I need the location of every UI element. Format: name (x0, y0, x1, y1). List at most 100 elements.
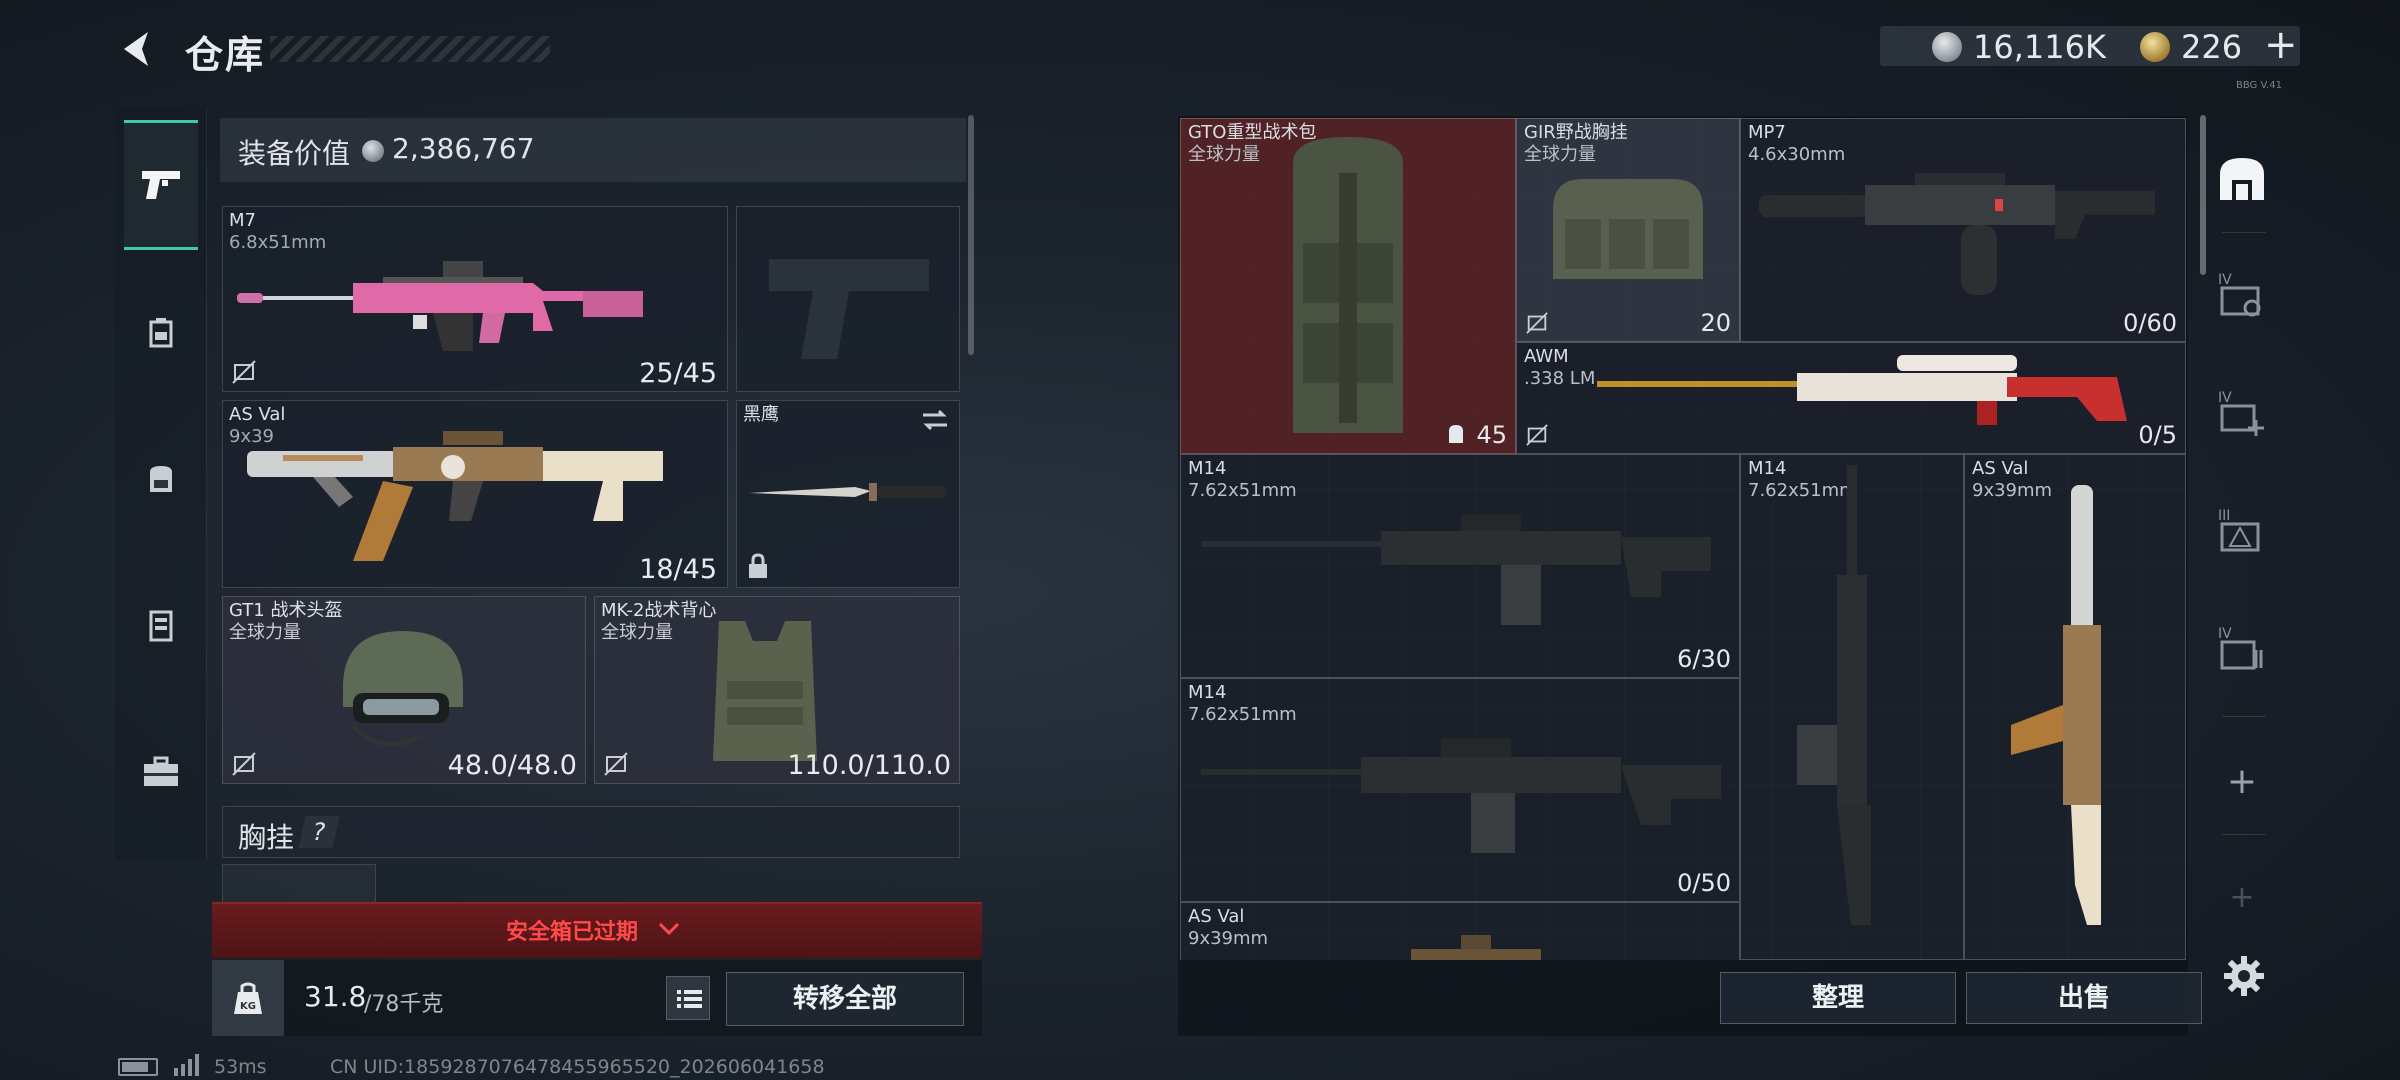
kg-label: KG (240, 1001, 256, 1012)
settings-gear-icon[interactable] (2222, 954, 2266, 998)
signal-icon (174, 1054, 199, 1076)
item-name: M14 (1188, 682, 1227, 703)
chevron-down-icon (658, 922, 680, 936)
helmet-icon (343, 631, 463, 747)
storage-item-chest-rig[interactable]: GIR野战胸挂 全球力量 20 (1516, 118, 1740, 342)
chest-rig-help-button[interactable]: ? (298, 816, 340, 848)
tab-storage-iv-3[interactable]: IV (2212, 622, 2272, 682)
ammo-count: 0/5 (2138, 421, 2177, 449)
back-button[interactable] (112, 24, 162, 74)
currency-gold-amount: 226 (2181, 28, 2243, 66)
storage-box-grid-icon: IV (2218, 626, 2263, 670)
awm-sniper-icon (1597, 355, 2127, 425)
currency-silver-amount: 16,116K (1973, 28, 2106, 66)
safe-box-expired-text: 安全箱已过期 (506, 920, 639, 945)
pistol-placeholder-icon (769, 259, 929, 359)
item-name: M14 (1188, 458, 1227, 479)
chest-rig-slot[interactable] (222, 864, 376, 906)
lock-icon (749, 553, 767, 578)
sidebar-item-helmet[interactable] (124, 272, 198, 402)
storage-box-warning-icon: III (2218, 508, 2260, 552)
transfer-all-button[interactable]: 转移全部 (726, 972, 964, 1026)
storage-item-m14-1[interactable]: M14 7.62x51mm 6/30 (1180, 454, 1740, 678)
heavy-backpack-icon (1293, 137, 1403, 433)
chest-rig-icon (1553, 179, 1703, 279)
armor-durability: 110.0/110.0 (787, 750, 951, 781)
item-caliber: 7.62x51mm (1188, 480, 1297, 501)
swap-icon[interactable] (919, 407, 951, 433)
m14-rifle-icon (1201, 739, 1721, 853)
no-insure-icon (604, 752, 628, 776)
back-arrow-icon (124, 32, 148, 66)
ammo-count: 18/45 (639, 554, 717, 585)
tier-label: IV (2218, 626, 2232, 642)
list-icon (677, 990, 702, 1008)
storage-item-awm[interactable]: AWM .338 LM 0/5 (1516, 342, 2186, 454)
weapon-name: M7 (229, 210, 256, 231)
as-val-vertical-icon (2011, 485, 2101, 925)
storage-item-m14-3[interactable]: M14 7.62x51mm 0/50 (1180, 678, 1740, 902)
backpack-small-icon (149, 318, 173, 348)
no-insure-icon (1526, 424, 1548, 446)
sidebar-item-backpack[interactable] (124, 418, 198, 548)
tier-label: III (2218, 508, 2230, 524)
gold-coin-icon (2140, 32, 2170, 62)
item-caliber: .338 LM (1524, 368, 1596, 389)
storage-scrollbar[interactable] (2200, 115, 2206, 275)
tab-storage-iv-1[interactable]: IV (2212, 268, 2272, 328)
storage-item-mp7[interactable]: MP7 4.6x30mm 0/60 (1740, 118, 2186, 342)
item-name: GIR野战胸挂 (1524, 122, 1628, 143)
storage-box-add-icon: IV (2218, 390, 2264, 436)
no-insure-icon (1526, 312, 1548, 334)
armor-slot[interactable]: MK-2战术背心 全球力量 110.0/110.0 (594, 596, 960, 784)
item-brand: 全球力量 (1524, 144, 1596, 165)
knife-icon (749, 483, 947, 501)
storage-item-backpack[interactable]: GTO重型战术包 全球力量 45 (1180, 118, 1516, 454)
loadout-scrollbar[interactable] (968, 115, 974, 355)
primary-weapon-slot-1[interactable]: M7 6.8x51mm 25/45 (222, 206, 728, 392)
add-currency-button[interactable]: + (2264, 22, 2298, 68)
sell-button[interactable]: 出售 (1966, 972, 2202, 1024)
storage-item-as-val-1[interactable]: AS Val 9x39mm (1964, 454, 2186, 960)
no-insure-icon (232, 752, 256, 776)
pistol-slot[interactable] (736, 206, 960, 392)
helmet-durability: 48.0/48.0 (447, 750, 577, 781)
as-val-rifle-icon (1411, 935, 1541, 960)
page-title: 仓库 (185, 33, 266, 77)
helmet-slot[interactable]: GT1 战术头盔 全球力量 48.0/48.0 (222, 596, 586, 784)
mp7-smg-icon (1759, 173, 2155, 295)
no-insure-icon (232, 360, 256, 384)
ammo-count: 25/45 (639, 358, 717, 389)
ammo-count: 0/50 (1677, 869, 1731, 897)
sort-button[interactable]: 整理 (1720, 972, 1956, 1024)
primary-weapon-slot-2[interactable]: AS Val 9x39 18/45 (222, 400, 728, 588)
armor-brand: 全球力量 (601, 622, 673, 643)
tab-storage-iv-2[interactable]: IV (2212, 386, 2272, 446)
equipment-value-label: 装备价值 (238, 137, 351, 170)
capacity-icon (1449, 425, 1463, 443)
sidebar-item-weapons[interactable] (124, 120, 198, 250)
melee-slot[interactable]: 黑鹰 (736, 400, 960, 588)
tab-storage-iii[interactable]: III (2212, 504, 2272, 564)
add-storage-disabled-button[interactable]: + (2212, 868, 2272, 928)
armor-name: MK-2战术背心 (601, 600, 717, 621)
item-name: AS Val (1972, 458, 2029, 479)
helmet-brand: 全球力量 (229, 622, 301, 643)
list-view-button[interactable] (666, 976, 710, 1020)
tab-main-storage[interactable] (2212, 150, 2272, 210)
item-capacity: 20 (1700, 309, 1731, 337)
sidebar-item-case[interactable] (124, 712, 198, 842)
sidebar-item-locker[interactable] (124, 566, 198, 696)
add-storage-button[interactable]: + (2212, 752, 2272, 812)
equipment-value: 2,386,767 (392, 132, 535, 165)
melee-name: 黑鹰 (743, 404, 779, 425)
storage-item-m14-2[interactable]: M14 7.62x51mm (1740, 454, 1964, 960)
tier-label: IV (2218, 272, 2232, 288)
storage-grid[interactable]: GTO重型战术包 全球力量 45 GIR野战胸挂 全球力量 20 MP7 4.6… (1180, 118, 2186, 960)
storage-item-as-val-2[interactable]: AS Val 9x39mm (1180, 902, 1740, 960)
item-caliber: 7.62x51mm (1188, 704, 1297, 725)
silver-coin-icon (362, 140, 384, 162)
m14-rifle-vertical-icon (1797, 465, 1871, 925)
backpack-icon (150, 466, 172, 492)
item-caliber: 9x39mm (1188, 928, 1269, 949)
